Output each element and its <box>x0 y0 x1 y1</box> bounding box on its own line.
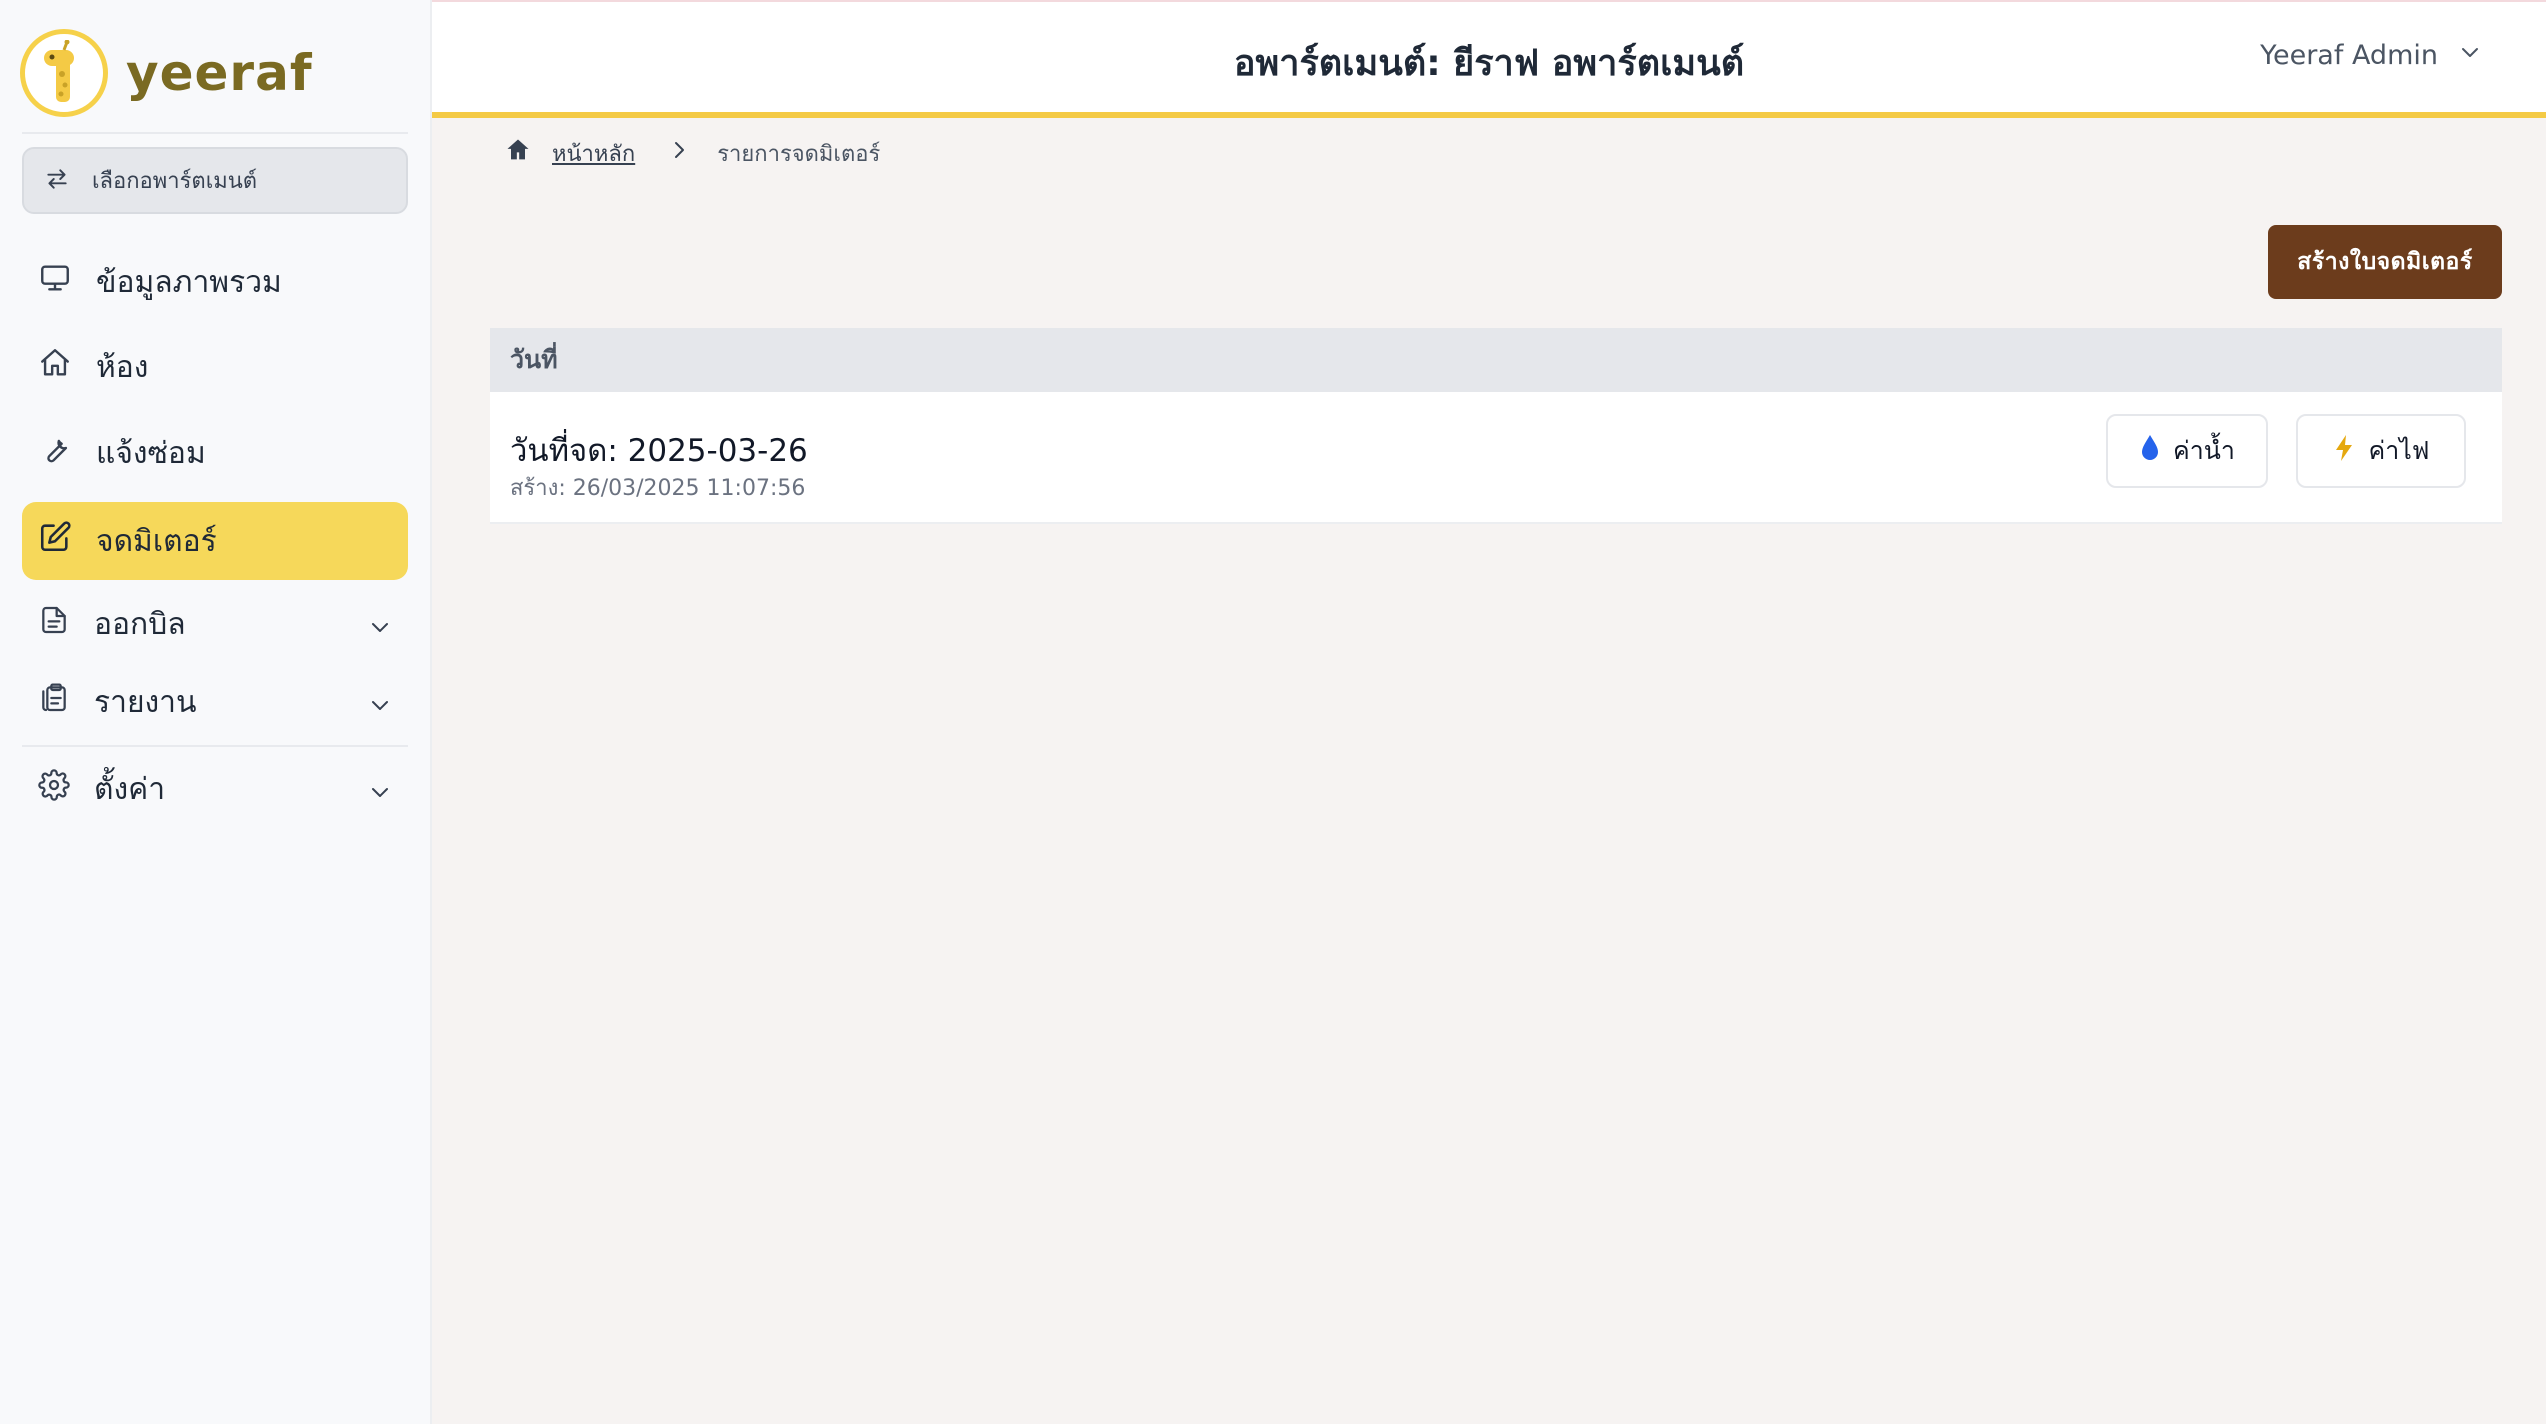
sidebar-item-label: รายงาน <box>94 684 197 720</box>
chevron-down-icon <box>368 777 392 812</box>
brand-name: yeeraf <box>126 44 313 102</box>
lightning-bolt-icon <box>2332 433 2356 469</box>
divider <box>22 745 408 747</box>
sidebar-item-reports[interactable]: รายงาน <box>22 663 408 741</box>
sidebar-item-meter-reading[interactable]: จดมิเตอร์ <box>22 502 408 580</box>
water-drop-icon <box>2139 433 2161 469</box>
app-root: yeeraf เลือกอพาร์ตเมนต์ ข้อมูลภาพรวม ห้อ… <box>0 0 2546 1424</box>
sidebar-item-label: แจ้งซ่อม <box>96 435 206 471</box>
sidebar-item-label: ห้อง <box>96 349 149 385</box>
home-icon[interactable] <box>504 136 532 170</box>
meter-reading-table: วันที่ วันที่จด: 2025-03-26 สร้าง: 26/03… <box>490 328 2502 524</box>
sidebar-item-billing[interactable]: ออกบิล <box>22 585 408 663</box>
sidebar-item-label: ตั้งค่า <box>94 771 166 807</box>
page-title: อพาร์ตเมนต์: ยีราฟ อพาร์ตเมนต์ <box>1233 43 1745 84</box>
sidebar-item-repairs[interactable]: แจ้งซ่อม <box>22 414 408 492</box>
swap-arrows-icon <box>44 166 70 196</box>
table-header-date: วันที่ <box>490 328 2502 392</box>
brand-logo[interactable]: yeeraf <box>20 28 412 118</box>
electric-meter-button[interactable]: ค่าไฟ <box>2296 414 2466 488</box>
divider <box>22 132 408 134</box>
reading-date: วันที่จด: 2025-03-26 <box>510 433 808 469</box>
chevron-down-icon <box>368 690 392 725</box>
sidebar-item-overview[interactable]: ข้อมูลภาพรวม <box>22 243 408 321</box>
user-name: Yeeraf Admin <box>2260 40 2438 71</box>
pencil-square-icon <box>38 520 72 562</box>
clipboard-icon <box>38 681 70 723</box>
sidebar: yeeraf เลือกอพาร์ตเมนต์ ข้อมูลภาพรวม ห้อ… <box>0 0 432 1424</box>
breadcrumb-home-link[interactable]: หน้าหลัก <box>552 136 635 171</box>
user-menu-button[interactable]: Yeeraf Admin <box>2260 40 2482 71</box>
gear-icon <box>38 769 70 809</box>
chevron-down-icon <box>368 612 392 647</box>
table-row: วันที่จด: 2025-03-26 สร้าง: 26/03/2025 1… <box>490 392 2502 524</box>
monitor-icon <box>38 261 72 303</box>
top-header: อพาร์ตเมนต์: ยีราฟ อพาร์ตเมนต์ Yeeraf Ad… <box>432 2 2546 118</box>
apartment-select-button[interactable]: เลือกอพาร์ตเมนต์ <box>22 147 408 214</box>
sidebar-item-label: ข้อมูลภาพรวม <box>96 264 282 300</box>
chevron-down-icon <box>2458 40 2482 71</box>
document-icon <box>38 603 70 645</box>
wrench-icon <box>38 432 72 474</box>
sidebar-item-label: จดมิเตอร์ <box>96 523 217 559</box>
apartment-select-label: เลือกอพาร์ตเมนต์ <box>92 169 258 194</box>
giraffe-logo-icon <box>20 29 108 117</box>
breadcrumb-current: รายการจดมิเตอร์ <box>717 141 881 167</box>
sidebar-item-rooms[interactable]: ห้อง <box>22 328 408 406</box>
water-meter-button[interactable]: ค่าน้ำ <box>2106 414 2268 488</box>
home-icon <box>38 346 72 388</box>
sidebar-item-label: ออกบิล <box>94 606 186 642</box>
breadcrumb: หน้าหลัก รายการจดมิเตอร์ <box>504 136 880 170</box>
created-timestamp: สร้าง: 26/03/2025 11:07:56 <box>510 476 806 501</box>
water-label: ค่าน้ำ <box>2173 436 2235 465</box>
create-meter-sheet-button[interactable]: สร้างใบจดมิเตอร์ <box>2268 225 2502 299</box>
chevron-right-icon <box>669 138 689 168</box>
sidebar-item-settings[interactable]: ตั้งค่า <box>22 750 408 828</box>
electric-label: ค่าไฟ <box>2368 436 2430 465</box>
